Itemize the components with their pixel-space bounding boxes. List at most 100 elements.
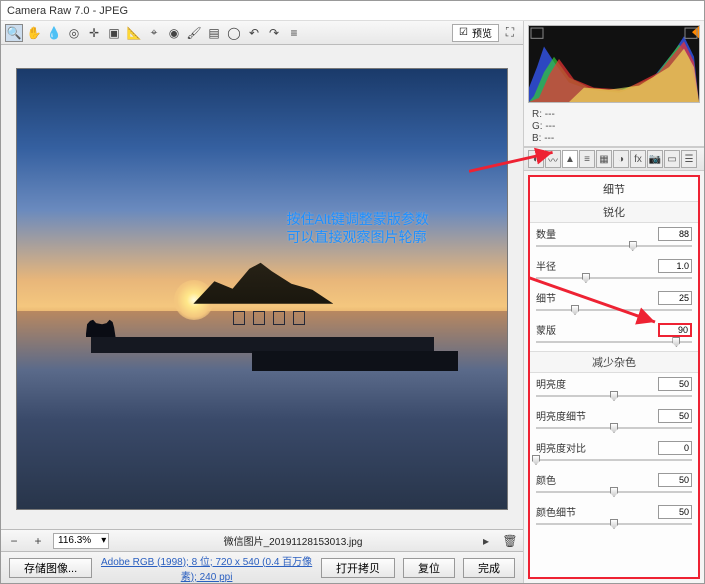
target-adjust-icon[interactable]: ✛ (85, 24, 103, 42)
slider-thumb[interactable] (610, 423, 618, 433)
slider-lum-detail: 明亮度细节50 (530, 405, 698, 437)
fullscreen-icon[interactable]: ⛶ (501, 24, 519, 42)
radius-slider[interactable] (536, 277, 692, 279)
preview-button[interactable]: ☑ 预览 (452, 24, 499, 42)
slider-thumb[interactable] (532, 455, 540, 465)
spot-removal-icon[interactable]: ⌖ (145, 24, 163, 42)
tab-lens-icon[interactable]: ◑ (613, 150, 629, 168)
radial-filter-icon[interactable]: ◯ (225, 24, 243, 42)
annotation-line2: 可以直接观察图片轮廓 (287, 228, 429, 246)
lum-detail-value[interactable]: 50 (658, 409, 692, 423)
tab-presets-icon[interactable]: ▭ (664, 150, 680, 168)
tab-basic-icon[interactable]: ◐ (528, 150, 544, 168)
done-button[interactable]: 完成 (463, 558, 515, 578)
radius-label: 半径 (536, 258, 556, 273)
annotation-text: 按住Alt键调整蒙版参数 可以直接观察图片轮廓 (287, 210, 429, 246)
masking-value[interactable]: 90 (658, 323, 692, 337)
zoom-value: 116.3% (58, 535, 91, 546)
panel-tabs: ◐ 〰 ▲ ≡ ▦ ◑ fx 📷 ▭ ☰ (524, 147, 704, 171)
body: 🔍 ✋ 💧 ◎ ✛ ▣ 📐 ⌖ ◉ 🖌 ▤ ◯ ↶ ↷ ≡ ☑ 预览 ⛶ (1, 21, 704, 583)
rotate-ccw-icon[interactable]: ↶ (245, 24, 263, 42)
straighten-tool-icon[interactable]: 📐 (125, 24, 143, 42)
footer: 存储图像... Adobe RGB (1998); 8 位; 720 x 540… (1, 551, 523, 583)
color-value[interactable]: 50 (658, 473, 692, 487)
color-detail-slider[interactable] (536, 523, 692, 525)
rgb-b: B: --- (532, 133, 696, 144)
radius-value[interactable]: 1.0 (658, 259, 692, 273)
slider-thumb[interactable] (582, 273, 590, 283)
annotation-line1: 按住Alt键调整蒙版参数 (287, 210, 429, 228)
slider-thumb[interactable] (610, 391, 618, 401)
tab-split-icon[interactable]: ▦ (596, 150, 612, 168)
rotate-cw-icon[interactable]: ↷ (265, 24, 283, 42)
zoom-select[interactable]: 116.3% ▾ (53, 533, 109, 549)
zoom-out-icon[interactable]: − (5, 532, 23, 550)
tab-fx-icon[interactable]: fx (630, 150, 646, 168)
color-detail-value[interactable]: 50 (658, 505, 692, 519)
amount-value[interactable]: 88 (658, 227, 692, 241)
crop-tool-icon[interactable]: ▣ (105, 24, 123, 42)
open-copy-button[interactable]: 打开拷贝 (321, 558, 395, 578)
tab-curve-icon[interactable]: 〰 (545, 150, 561, 168)
zoom-tool-icon[interactable]: 🔍 (5, 24, 23, 42)
canvas-area[interactable]: 按住Alt键调整蒙版参数 可以直接观察图片轮廓 (1, 45, 523, 529)
slider-amount: 数量88 (530, 223, 698, 255)
slider-thumb[interactable] (672, 337, 680, 347)
slider-color: 颜色50 (530, 469, 698, 501)
slider-color-detail: 颜色细节 50 (530, 501, 698, 533)
white-balance-icon[interactable]: 💧 (45, 24, 63, 42)
lum-detail-slider[interactable] (536, 427, 692, 429)
lum-contrast-label: 明亮度对比 (536, 440, 586, 455)
slider-luminance: 明亮度50 (530, 373, 698, 405)
luminance-value[interactable]: 50 (658, 377, 692, 391)
hand-tool-icon[interactable]: ✋ (25, 24, 43, 42)
chairs (233, 311, 305, 325)
save-image-button[interactable]: 存储图像... (9, 558, 92, 578)
photo-preview: 按住Alt键调整蒙版参数 可以直接观察图片轮廓 (17, 69, 507, 509)
tab-detail-icon[interactable]: ▲ (562, 150, 578, 168)
slider-thumb[interactable] (571, 305, 579, 315)
trash-icon[interactable]: 🗑 (501, 532, 519, 550)
title-text: Camera Raw 7.0 - JPEG (7, 5, 128, 17)
detail-label: 细节 (536, 290, 556, 305)
next-icon[interactable]: ▸ (477, 532, 495, 550)
lum-contrast-slider[interactable] (536, 459, 692, 461)
red-eye-icon[interactable]: ◉ (165, 24, 183, 42)
slider-thumb[interactable] (629, 241, 637, 251)
filename: 微信图片_20191128153013.jpg (115, 533, 471, 548)
reset-button[interactable]: 复位 (403, 558, 455, 578)
tab-hsl-icon[interactable]: ≡ (579, 150, 595, 168)
checkbox-icon: ☑ (459, 27, 468, 38)
zoombar: − + 116.3% ▾ 微信图片_20191128153013.jpg ▸ 🗑 (1, 529, 523, 551)
masking-slider[interactable] (536, 341, 692, 343)
slider-detail: 细节 25 (530, 287, 698, 319)
tab-snapshots-icon[interactable]: ☰ (681, 150, 697, 168)
slider-thumb[interactable] (610, 519, 618, 529)
prefs-icon[interactable]: ≡ (285, 24, 303, 42)
rgb-r: R: --- (532, 109, 696, 120)
titlebar: Camera Raw 7.0 - JPEG (1, 1, 704, 21)
adjustment-brush-icon[interactable]: 🖌 (185, 24, 203, 42)
tab-camera-icon[interactable]: 📷 (647, 150, 663, 168)
detail-value[interactable]: 25 (658, 291, 692, 305)
color-detail-label: 颜色细节 (536, 504, 576, 519)
camera-raw-window: Camera Raw 7.0 - JPEG 🔍 ✋ 💧 ◎ ✛ ▣ 📐 ⌖ ◉ … (0, 0, 705, 584)
histogram[interactable] (528, 25, 700, 103)
color-slider[interactable] (536, 491, 692, 493)
graduated-filter-icon[interactable]: ▤ (205, 24, 223, 42)
preview-label: 预览 (472, 25, 492, 40)
slider-thumb[interactable] (610, 487, 618, 497)
rgb-readout: R: --- G: --- B: --- (524, 107, 704, 147)
luminance-slider[interactable] (536, 395, 692, 397)
zoom-in-icon[interactable]: + (29, 532, 47, 550)
color-sampler-icon[interactable]: ◎ (65, 24, 83, 42)
dock-right (252, 351, 458, 371)
detail-panel: 细节 锐化 数量88 半径1.0 细节25 蒙版90 (528, 175, 700, 579)
chevron-down-icon: ▾ (101, 535, 106, 546)
lum-contrast-value[interactable]: 0 (658, 441, 692, 455)
detail-slider[interactable] (536, 309, 692, 311)
slider-lum-contrast: 明亮度对比 0 (530, 437, 698, 469)
slider-masking: 蒙版90 (530, 319, 698, 351)
amount-slider[interactable] (536, 245, 692, 247)
workflow-link[interactable]: Adobe RGB (1998); 8 位; 720 x 540 (0.4 百万… (100, 553, 313, 583)
